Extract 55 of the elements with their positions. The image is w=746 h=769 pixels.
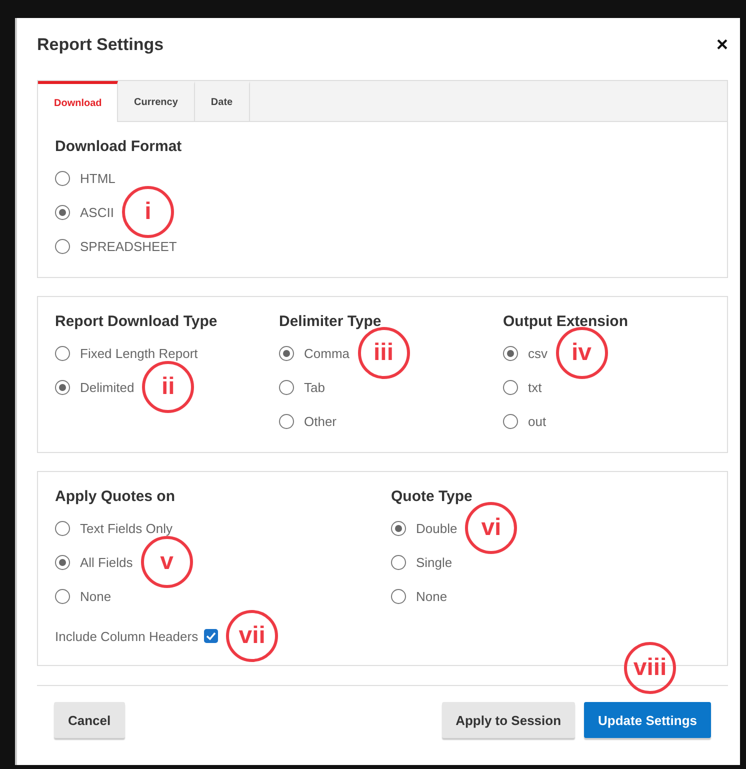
callout-marker: viii bbox=[624, 642, 676, 694]
radio-button[interactable] bbox=[503, 380, 518, 394]
option-label: Other bbox=[304, 414, 337, 428]
radio-button[interactable] bbox=[503, 414, 518, 428]
section-heading: Report Download Type bbox=[55, 313, 218, 330]
radio-button[interactable] bbox=[391, 554, 406, 570]
dialog-button[interactable]: Update Settings bbox=[584, 702, 711, 738]
option-label: HTML bbox=[80, 170, 116, 186]
section-heading: Apply Quotes on bbox=[55, 488, 175, 505]
radio-button[interactable] bbox=[503, 346, 518, 360]
section-heading: Download Format bbox=[55, 138, 182, 155]
checkbox-label: Include Column Headers bbox=[55, 628, 198, 644]
option-label: All Fields bbox=[80, 554, 133, 570]
dialog-button[interactable]: Apply to Session bbox=[442, 702, 576, 738]
option-label: SPREADSHEET bbox=[80, 238, 177, 254]
radio-button[interactable] bbox=[55, 204, 70, 220]
checkbox[interactable] bbox=[204, 629, 218, 643]
option-label: Fixed Length Report bbox=[80, 346, 198, 360]
section-heading: Delimiter Type bbox=[279, 313, 382, 330]
close-button[interactable]: × bbox=[716, 34, 728, 56]
radio-button[interactable] bbox=[55, 170, 70, 186]
option-label: Comma bbox=[304, 346, 350, 360]
option-label: Delimited bbox=[80, 380, 134, 394]
dialog-title: Report Settings bbox=[37, 35, 164, 55]
dialog-button[interactable]: Cancel bbox=[54, 702, 125, 738]
section-heading: Quote Type bbox=[391, 488, 472, 505]
callout-marker: vii bbox=[226, 610, 278, 662]
radio-button[interactable] bbox=[391, 588, 406, 604]
callout-marker: ii bbox=[142, 361, 194, 413]
option-label: Single bbox=[416, 554, 452, 570]
option-label: csv bbox=[528, 346, 548, 360]
radio-button[interactable] bbox=[55, 520, 70, 536]
radio-button[interactable] bbox=[55, 380, 70, 394]
option-label: txt bbox=[528, 380, 542, 394]
section-heading: Output Extension bbox=[503, 313, 628, 330]
option-label: Double bbox=[416, 520, 458, 536]
radio-button[interactable] bbox=[55, 238, 70, 254]
radio-button[interactable] bbox=[279, 380, 294, 394]
option-label: ASCII bbox=[80, 204, 114, 220]
callout-marker: i bbox=[122, 186, 174, 238]
option-label: None bbox=[80, 588, 112, 604]
radio-button[interactable] bbox=[55, 588, 70, 604]
option-label: Text Fields Only bbox=[80, 520, 172, 536]
callout-marker: vi bbox=[465, 502, 518, 554]
radio-button[interactable] bbox=[279, 346, 294, 360]
radio-button[interactable] bbox=[55, 346, 70, 360]
tab[interactable]: Download bbox=[38, 81, 118, 122]
option-label: out bbox=[528, 414, 546, 428]
option-label: Tab bbox=[304, 380, 325, 394]
callout-marker: v bbox=[140, 536, 193, 588]
radio-button[interactable] bbox=[391, 520, 406, 536]
radio-button[interactable] bbox=[55, 554, 70, 570]
callout-marker: iv bbox=[556, 327, 608, 379]
radio-button[interactable] bbox=[279, 414, 294, 428]
option-label: None bbox=[416, 588, 448, 604]
